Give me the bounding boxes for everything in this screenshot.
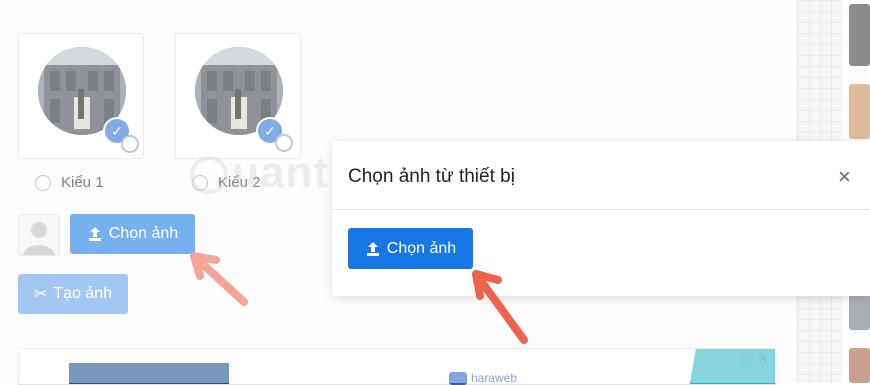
modal-title: Chọn ảnh từ thiết bị [348, 166, 515, 187]
annotation-arrow [472, 270, 528, 344]
close-icon[interactable]: × [838, 164, 851, 190]
button-label: Chọn ảnh [386, 239, 457, 257]
modal-header: Chọn ảnh từ thiết bị × [332, 141, 870, 210]
modal-choose-photo-button[interactable]: Chọn ảnh [348, 228, 473, 269]
upload-icon [366, 241, 379, 256]
upload-modal: Chọn ảnh từ thiết bị × Chọn ảnh [332, 141, 870, 296]
